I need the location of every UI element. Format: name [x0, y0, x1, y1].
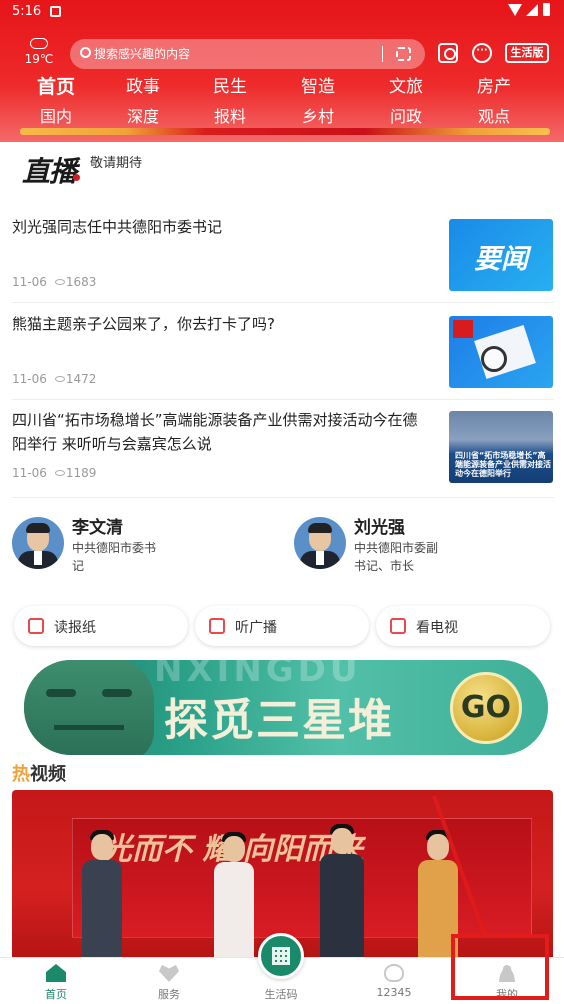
tv-icon [390, 618, 406, 634]
search-bar[interactable] [70, 39, 425, 69]
camera-icon[interactable] [438, 43, 458, 63]
leader-name: 刘光强 [354, 518, 405, 538]
thumb-headline-text: 要闻 [474, 244, 528, 275]
news-title: 刘光强同志任中共德阳市委书记 [12, 218, 223, 236]
status-time: 5:16 [12, 4, 42, 19]
news-item[interactable]: 刘光强同志任中共德阳市委书记 11-06 1683 要闻 [12, 213, 554, 303]
service-icon [159, 964, 179, 982]
life-version-button[interactable]: 生活版 [505, 43, 549, 63]
tab-service[interactable]: 服务 [129, 958, 209, 1004]
avatar [12, 517, 64, 569]
search-icon [80, 47, 91, 58]
signal-icon [526, 4, 538, 16]
thumb-caption: 四川省“拓市场稳增长”高端能源装备产业供需对接活动今在德阳举行 [455, 451, 551, 478]
wifi-icon [508, 4, 522, 16]
news-title: 四川省“拓市场稳增长”高端能源装备产业供需对接活动今在德阳举行 来听听与会嘉宾怎… [12, 411, 418, 453]
news-meta: 11-06 1189 [12, 466, 96, 480]
leader-card[interactable]: 李文清 中共德阳市委书记 [12, 513, 272, 577]
notification-icon [50, 6, 61, 17]
tab-label: 首页 [45, 988, 67, 1001]
hot-video-heading: 热视频 [12, 760, 66, 786]
status-bar: 5:16 [0, 0, 564, 24]
news-title: 熊猫主题亲子公园来了，你去打卡了吗? [12, 315, 275, 333]
radio-icon [209, 618, 225, 634]
hotline-icon [384, 964, 404, 982]
button-label: 读报纸 [54, 620, 96, 636]
channel-culture-tourism[interactable]: 文旅 [389, 72, 423, 97]
news-thumbnail: 要闻 [449, 219, 553, 291]
channel-home[interactable]: 首页 [37, 72, 75, 99]
bronze-mask-image [24, 660, 154, 755]
leader-role: 中共德阳市委书记 [72, 541, 157, 573]
news-item[interactable]: 四川省“拓市场稳增长”高端能源装备产业供需对接活动今在德阳举行 来听听与会嘉宾怎… [12, 406, 554, 498]
news-thumbnail: 四川省“拓市场稳增长”高端能源装备产业供需对接活动今在德阳举行 [449, 411, 553, 483]
home-icon [46, 964, 66, 982]
weather-temp: 19℃ [24, 52, 54, 66]
news-views: 1683 [65, 275, 97, 289]
news-date: 11-06 [12, 275, 47, 289]
weather-widget[interactable]: 19℃ [22, 38, 56, 66]
tab-label: 生活码 [264, 988, 298, 1001]
live-dot-icon [73, 174, 81, 181]
channel-livelihood[interactable]: 民生 [213, 72, 247, 97]
views-icon [54, 279, 65, 285]
magnifier-icon [481, 346, 507, 372]
button-label: 看电视 [416, 620, 458, 636]
thumb-badge [453, 320, 473, 338]
news-date: 11-06 [12, 466, 47, 480]
channel-domestic[interactable]: 国内 [40, 103, 72, 127]
scan-icon[interactable] [396, 47, 411, 61]
news-meta: 11-06 1683 [12, 275, 96, 289]
channel-report[interactable]: 报料 [214, 103, 246, 127]
channel-real-estate[interactable]: 房产 [477, 72, 511, 97]
battery-icon [543, 3, 550, 16]
news-item[interactable]: 熊猫主题亲子公园来了，你去打卡了吗? 11-06 1472 [12, 310, 554, 400]
app-header: 5:16 19℃ ··· 生活版 首页 政事 民生 智造 文旅 房产 国内 深度… [0, 0, 564, 142]
banner-title: 探觅三星堆 [164, 695, 394, 746]
channel-opinion[interactable]: 观点 [478, 103, 510, 127]
hot-label: 热 [12, 764, 30, 785]
search-input[interactable] [94, 43, 374, 65]
header-banner-strip [20, 128, 550, 135]
tab-12345[interactable]: 12345 [354, 958, 434, 1004]
read-newspaper-button[interactable]: 读报纸 [14, 606, 188, 646]
news-date: 11-06 [12, 372, 47, 386]
news-views: 1189 [65, 466, 97, 480]
video-label: 视频 [30, 764, 66, 785]
tab-home[interactable]: 首页 [16, 958, 96, 1004]
channel-manufacturing[interactable]: 智造 [301, 72, 335, 97]
channel-depth[interactable]: 深度 [127, 103, 159, 127]
leader-card[interactable]: 刘光强 中共德阳市委副书记、市长 [294, 513, 554, 577]
live-status: 敬请期待 [90, 156, 143, 171]
more-icon[interactable]: ··· [472, 43, 492, 63]
leader-role: 中共德阳市委副书记、市长 [354, 541, 439, 573]
channel-inquiry[interactable]: 问政 [390, 103, 422, 127]
button-label: 听广播 [235, 620, 277, 636]
cloud-icon [30, 38, 48, 49]
qr-code-button[interactable] [258, 933, 304, 979]
leader-name: 李文清 [72, 518, 123, 538]
live-logo-text: 直播 [22, 155, 77, 188]
news-thumbnail [449, 316, 553, 388]
views-icon [54, 376, 65, 382]
tab-label: 服务 [158, 988, 180, 1001]
watch-tv-button[interactable]: 看电视 [376, 606, 550, 646]
channel-rural[interactable]: 乡村 [302, 103, 334, 127]
qr-code-icon [272, 947, 290, 965]
search-divider [382, 46, 383, 62]
listen-radio-button[interactable]: 听广播 [195, 606, 369, 646]
views-icon [54, 470, 65, 476]
avatar [294, 517, 346, 569]
newspaper-icon [28, 618, 44, 634]
sanxingdui-banner[interactable]: NXINGDU 探觅三星堆 GO [24, 660, 548, 755]
annotation-highlight-box [451, 934, 549, 1000]
tab-label: 12345 [376, 986, 412, 999]
news-meta: 11-06 1472 [12, 372, 96, 386]
channel-politics[interactable]: 政事 [126, 72, 160, 97]
news-views: 1472 [65, 372, 97, 386]
live-logo[interactable]: 直播 [22, 150, 81, 190]
go-button[interactable]: GO [450, 672, 522, 744]
